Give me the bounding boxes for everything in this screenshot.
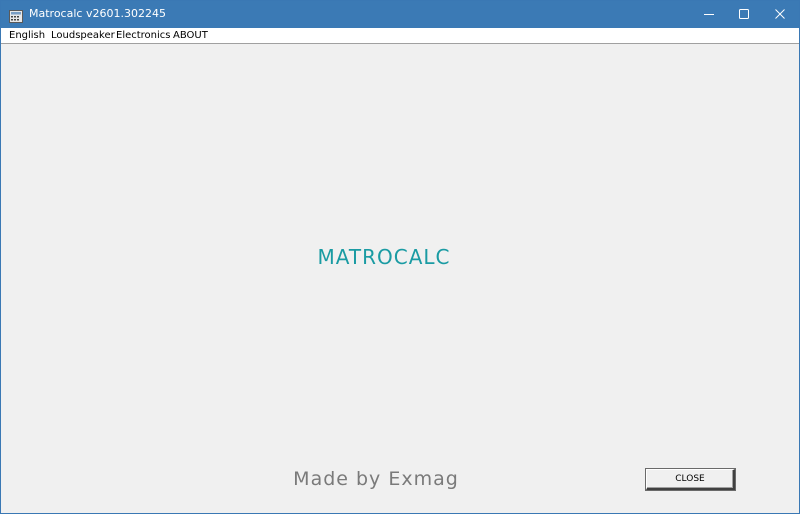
minimize-button[interactable]: [691, 1, 727, 28]
menu-item-about[interactable]: ABOUT: [173, 29, 208, 42]
minimize-icon: [704, 14, 714, 15]
maximize-icon: [739, 9, 749, 19]
app-window: Matrocalc v2601.302245 English Loudspeak…: [0, 0, 800, 514]
calculator-app-icon: [9, 8, 23, 23]
made-by-label: Made by Exmag: [293, 468, 459, 490]
close-icon: [775, 9, 785, 19]
app-title: MATROCALC: [317, 245, 451, 269]
menu-item-english[interactable]: English: [9, 29, 45, 42]
main-panel: MATROCALC Made by Exmag CLOSE: [1, 44, 799, 513]
maximize-button[interactable]: [726, 1, 762, 28]
title-bar[interactable]: Matrocalc v2601.302245: [1, 1, 799, 28]
menu-item-electronics[interactable]: Electronics: [116, 29, 171, 42]
close-button[interactable]: CLOSE: [646, 469, 735, 490]
menu-item-loudspeaker[interactable]: Loudspeaker: [51, 29, 115, 42]
menu-bar: English Loudspeaker Electronics ABOUT: [1, 28, 799, 44]
window-close-button[interactable]: [762, 1, 798, 28]
window-title: Matrocalc v2601.302245: [29, 7, 166, 20]
